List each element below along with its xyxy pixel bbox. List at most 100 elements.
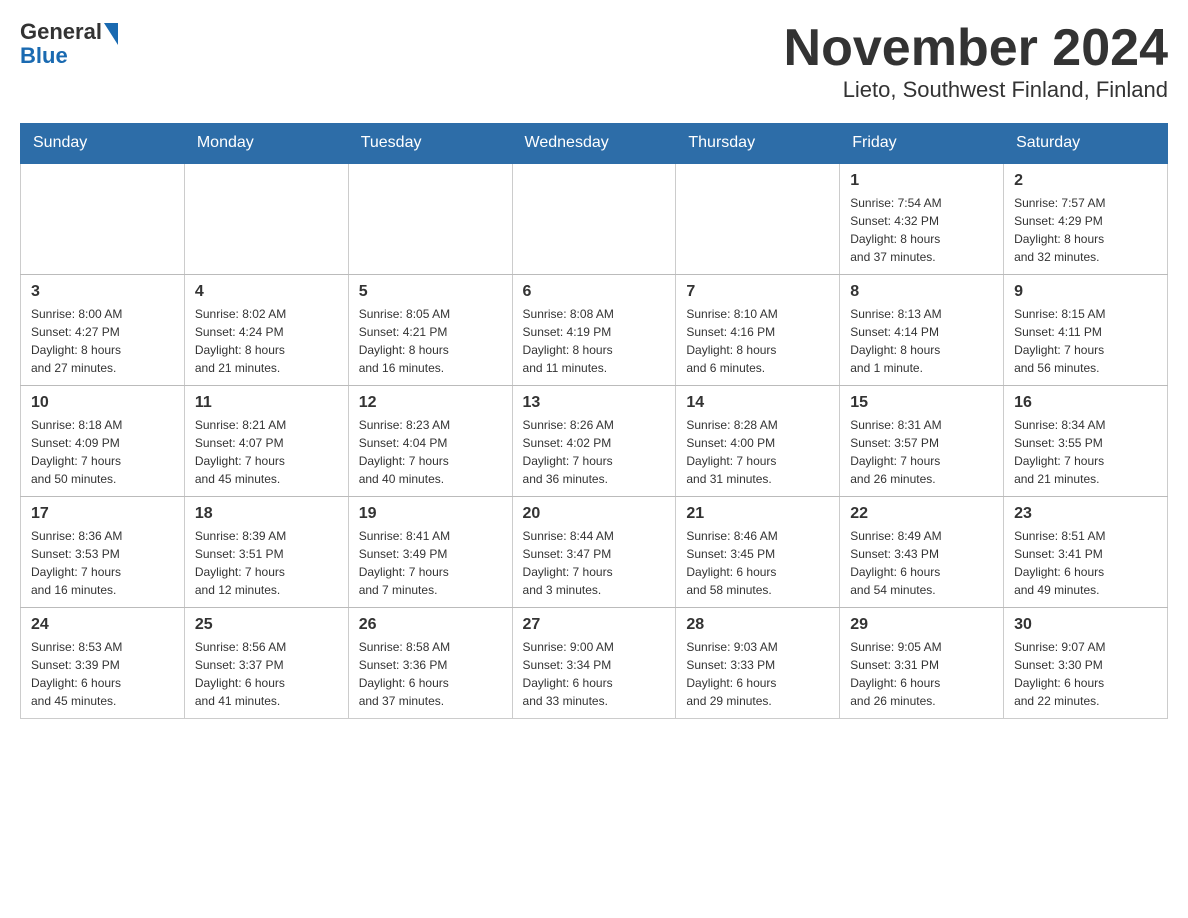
day-number: 5 [359, 283, 502, 301]
day-info: Sunrise: 8:31 AMSunset: 3:57 PMDaylight:… [850, 416, 993, 488]
day-number: 17 [31, 505, 174, 523]
calendar-header-row: SundayMondayTuesdayWednesdayThursdayFrid… [21, 124, 1168, 164]
calendar-day-header: Tuesday [348, 124, 512, 164]
calendar-body: 1 Sunrise: 7:54 AMSunset: 4:32 PMDaylight… [21, 163, 1168, 719]
day-number: 7 [686, 283, 829, 301]
calendar-cell: 18 Sunrise: 8:39 AMSunset: 3:51 PMDayligh… [184, 497, 348, 608]
calendar-cell: 7 Sunrise: 8:10 AMSunset: 4:16 PMDaylight… [676, 275, 840, 386]
day-info: Sunrise: 8:28 AMSunset: 4:00 PMDaylight:… [686, 416, 829, 488]
calendar-cell: 21 Sunrise: 8:46 AMSunset: 3:45 PMDayligh… [676, 497, 840, 608]
day-info: Sunrise: 9:03 AMSunset: 3:33 PMDaylight:… [686, 638, 829, 710]
day-number: 3 [31, 283, 174, 301]
calendar-cell: 15 Sunrise: 8:31 AMSunset: 3:57 PMDayligh… [840, 386, 1004, 497]
day-info: Sunrise: 8:44 AMSunset: 3:47 PMDaylight:… [523, 527, 666, 599]
calendar-cell: 4Sunrise: 8:02 AMSunset: 4:24 PMDaylight… [184, 275, 348, 386]
calendar-day-header: Wednesday [512, 124, 676, 164]
calendar-cell: 8Sunrise: 8:13 AMSunset: 4:14 PMDaylight… [840, 275, 1004, 386]
day-number: 2 [1014, 172, 1157, 190]
calendar-week-row: 1 Sunrise: 7:54 AMSunset: 4:32 PMDaylight… [21, 163, 1168, 275]
calendar-cell: 9Sunrise: 8:15 AMSunset: 4:11 PMDaylight… [1004, 275, 1168, 386]
calendar-cell: 29 Sunrise: 9:05 AMSunset: 3:31 PMDayligh… [840, 608, 1004, 719]
day-info: Sunrise: 9:05 AMSunset: 3:31 PMDaylight:… [850, 638, 993, 710]
calendar-week-row: 17 Sunrise: 8:36 AMSunset: 3:53 PMDayligh… [21, 497, 1168, 608]
day-number: 29 [850, 616, 993, 634]
day-number: 18 [195, 505, 338, 523]
day-number: 23 [1014, 505, 1157, 523]
day-info: Sunrise: 8:49 AMSunset: 3:43 PMDaylight:… [850, 527, 993, 599]
day-number: 16 [1014, 394, 1157, 412]
day-info: Sunrise: 8:39 AMSunset: 3:51 PMDaylight:… [195, 527, 338, 599]
logo-general-text: General [20, 20, 102, 44]
day-number: 27 [523, 616, 666, 634]
calendar-cell: 27 Sunrise: 9:00 AMSunset: 3:34 PMDayligh… [512, 608, 676, 719]
day-number: 13 [523, 394, 666, 412]
calendar-cell: 13 Sunrise: 8:26 AMSunset: 4:02 PMDayligh… [512, 386, 676, 497]
day-info: Sunrise: 8:41 AMSunset: 3:49 PMDaylight:… [359, 527, 502, 599]
calendar-day-header: Friday [840, 124, 1004, 164]
page-subtitle: Lieto, Southwest Finland, Finland [784, 77, 1168, 103]
day-info: Sunrise: 7:54 AMSunset: 4:32 PMDaylight:… [850, 194, 993, 266]
calendar-week-row: 24Sunrise: 8:53 AMSunset: 3:39 PMDayligh… [21, 608, 1168, 719]
day-number: 21 [686, 505, 829, 523]
calendar-cell: 10 Sunrise: 8:18 AMSunset: 4:09 PMDayligh… [21, 386, 185, 497]
calendar-cell: 25Sunrise: 8:56 AMSunset: 3:37 PMDayligh… [184, 608, 348, 719]
day-number: 10 [31, 394, 174, 412]
day-info: Sunrise: 8:00 AMSunset: 4:27 PMDaylight:… [31, 305, 174, 377]
day-info: Sunrise: 9:00 AMSunset: 3:34 PMDaylight:… [523, 638, 666, 710]
day-info: Sunrise: 8:26 AMSunset: 4:02 PMDaylight:… [523, 416, 666, 488]
day-number: 30 [1014, 616, 1157, 634]
day-number: 6 [523, 283, 666, 301]
day-info: Sunrise: 8:46 AMSunset: 3:45 PMDaylight:… [686, 527, 829, 599]
calendar-day-header: Thursday [676, 124, 840, 164]
calendar-table: SundayMondayTuesdayWednesdayThursdayFrid… [20, 123, 1168, 719]
day-info: Sunrise: 8:36 AMSunset: 3:53 PMDaylight:… [31, 527, 174, 599]
day-info: Sunrise: 8:05 AMSunset: 4:21 PMDaylight:… [359, 305, 502, 377]
day-info: Sunrise: 8:08 AMSunset: 4:19 PMDaylight:… [523, 305, 666, 377]
calendar-header: SundayMondayTuesdayWednesdayThursdayFrid… [21, 124, 1168, 164]
calendar-cell: 17 Sunrise: 8:36 AMSunset: 3:53 PMDayligh… [21, 497, 185, 608]
calendar-cell: 1 Sunrise: 7:54 AMSunset: 4:32 PMDaylight… [840, 163, 1004, 275]
calendar-cell: 11 Sunrise: 8:21 AMSunset: 4:07 PMDayligh… [184, 386, 348, 497]
calendar-cell: 23Sunrise: 8:51 AMSunset: 3:41 PMDayligh… [1004, 497, 1168, 608]
calendar-cell: 2 Sunrise: 7:57 AMSunset: 4:29 PMDaylight… [1004, 163, 1168, 275]
calendar-cell: 14Sunrise: 8:28 AMSunset: 4:00 PMDayligh… [676, 386, 840, 497]
day-number: 11 [195, 394, 338, 412]
day-number: 19 [359, 505, 502, 523]
calendar-cell: 5 Sunrise: 8:05 AMSunset: 4:21 PMDaylight… [348, 275, 512, 386]
calendar-cell: 26Sunrise: 8:58 AMSunset: 3:36 PMDayligh… [348, 608, 512, 719]
calendar-cell: 3 Sunrise: 8:00 AMSunset: 4:27 PMDaylight… [21, 275, 185, 386]
logo-triangle-icon [104, 23, 118, 45]
logo: General Blue [20, 20, 118, 68]
day-info: Sunrise: 8:53 AMSunset: 3:39 PMDaylight:… [31, 638, 174, 710]
day-info: Sunrise: 8:18 AMSunset: 4:09 PMDaylight:… [31, 416, 174, 488]
calendar-cell [21, 163, 185, 275]
day-info: Sunrise: 8:34 AMSunset: 3:55 PMDaylight:… [1014, 416, 1157, 488]
day-info: Sunrise: 8:13 AMSunset: 4:14 PMDaylight:… [850, 305, 993, 377]
title-block: November 2024 Lieto, Southwest Finland, … [784, 20, 1168, 103]
day-info: Sunrise: 8:02 AMSunset: 4:24 PMDaylight:… [195, 305, 338, 377]
page-header: General Blue November 2024 Lieto, Southw… [20, 20, 1168, 103]
day-info: Sunrise: 8:15 AMSunset: 4:11 PMDaylight:… [1014, 305, 1157, 377]
logo-blue-text: Blue [20, 43, 68, 68]
calendar-day-header: Sunday [21, 124, 185, 164]
day-number: 26 [359, 616, 502, 634]
day-number: 28 [686, 616, 829, 634]
day-number: 15 [850, 394, 993, 412]
calendar-cell: 22 Sunrise: 8:49 AMSunset: 3:43 PMDayligh… [840, 497, 1004, 608]
calendar-cell: 6 Sunrise: 8:08 AMSunset: 4:19 PMDaylight… [512, 275, 676, 386]
calendar-day-header: Saturday [1004, 124, 1168, 164]
calendar-week-row: 3 Sunrise: 8:00 AMSunset: 4:27 PMDaylight… [21, 275, 1168, 386]
calendar-cell [348, 163, 512, 275]
calendar-cell [512, 163, 676, 275]
calendar-day-header: Monday [184, 124, 348, 164]
day-number: 1 [850, 172, 993, 190]
day-number: 20 [523, 505, 666, 523]
page-title: November 2024 [784, 20, 1168, 77]
calendar-cell: 19 Sunrise: 8:41 AMSunset: 3:49 PMDayligh… [348, 497, 512, 608]
day-info: Sunrise: 8:10 AMSunset: 4:16 PMDaylight:… [686, 305, 829, 377]
day-info: Sunrise: 7:57 AMSunset: 4:29 PMDaylight:… [1014, 194, 1157, 266]
day-number: 22 [850, 505, 993, 523]
day-info: Sunrise: 8:21 AMSunset: 4:07 PMDaylight:… [195, 416, 338, 488]
day-info: Sunrise: 9:07 AMSunset: 3:30 PMDaylight:… [1014, 638, 1157, 710]
calendar-cell: 30 Sunrise: 9:07 AMSunset: 3:30 PMDayligh… [1004, 608, 1168, 719]
